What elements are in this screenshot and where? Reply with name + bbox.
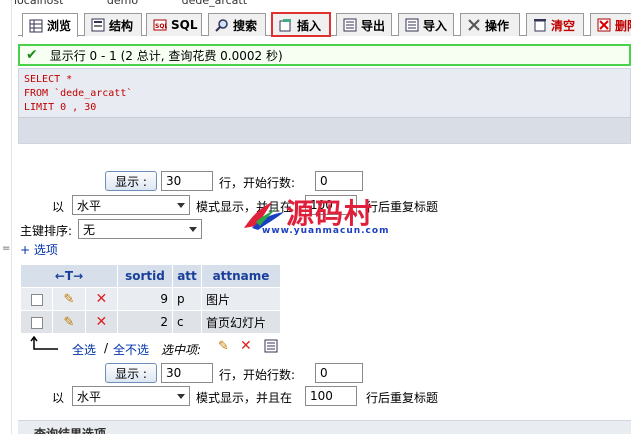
cell-sortid: 9 (118, 288, 172, 310)
bulk-arrow-icon (30, 335, 60, 355)
mode-prefix-bottom: 以 (52, 391, 65, 405)
rows-label-bottom: 行，开始行数: (219, 368, 296, 382)
rows-label-top: 行，开始行数: (219, 176, 296, 190)
chevron-down-icon (177, 394, 185, 399)
show-button-bottom[interactable]: 显示 : (105, 363, 157, 383)
breadcrumb: localhost demo dede_arcatt (14, 0, 287, 7)
results-table: ←T→ sortid att attname ✎ ✕ 9 p 图片 ✎ ✕ 2 … (20, 264, 281, 334)
table-row: ✎ ✕ 9 p 图片 (21, 288, 280, 310)
column-header-attname[interactable]: attname (202, 265, 280, 287)
options-link[interactable]: + 选项 (20, 241, 58, 258)
gutter-marker: = (2, 243, 11, 254)
sort-label: 主键排序: (20, 224, 73, 238)
bulk-edit-icon[interactable]: ✎ (218, 339, 229, 354)
table-row: ✎ ✕ 2 c 首页幻灯片 (21, 311, 280, 333)
mode-label-bottom: 模式显示，并且在 (196, 391, 293, 405)
tab-operations[interactable]: 操作 (460, 13, 520, 36)
bulk-export-icon[interactable] (264, 339, 278, 356)
left-gutter: = (0, 0, 12, 434)
insert-icon (279, 18, 293, 32)
cell-att: c (173, 311, 201, 333)
row-checkbox[interactable] (30, 316, 43, 329)
tab-browse[interactable]: 浏览 (22, 13, 78, 37)
empty-icon (533, 18, 547, 32)
start-input-bottom[interactable]: 0 (315, 363, 363, 383)
tab-empty[interactable]: 清空 (526, 13, 584, 36)
repeat-input-bottom[interactable]: 100 (305, 386, 357, 406)
watermark-logo: 源码村 www.yuanmacun.com (242, 192, 392, 242)
mode-select-bottom[interactable]: 水平 (72, 386, 190, 406)
sql-toolbar (19, 117, 630, 143)
tab-sql[interactable]: SQL SQL (146, 13, 202, 36)
sql-code: SELECT * FROM `dede_arcatt` LIMIT 0 , 30 (24, 74, 133, 113)
tab-structure[interactable]: 结构 (84, 13, 142, 36)
tab-search[interactable]: 搜索 (208, 13, 266, 36)
query-results-options: 查询结果选项 (18, 420, 631, 434)
tab-import[interactable]: 导入 (398, 13, 454, 36)
chevron-down-icon (177, 203, 185, 208)
success-notice: ✔ 显示行 0 - 1 (2 总计, 查询花费 0.0002 秒) (18, 44, 631, 66)
show-button-top[interactable]: 显示 : (105, 171, 157, 191)
mode-prefix-top: 以 (52, 200, 65, 214)
breadcrumb-database[interactable]: demo (107, 0, 138, 7)
check-icon: ✔ (26, 47, 38, 63)
bulk-delete-icon[interactable]: ✕ (240, 338, 252, 354)
check-all-link[interactable]: 全选 (72, 341, 96, 358)
rows-input-bottom[interactable]: 30 (161, 363, 213, 383)
table-nav-arrows[interactable]: ←T→ (21, 265, 117, 287)
uncheck-all-link[interactable]: 全不选 (113, 341, 149, 358)
watermark-sub: www.yuanmacun.com (262, 226, 390, 236)
edit-pencil-icon[interactable]: ✎ (64, 292, 75, 307)
rows-input-top[interactable]: 30 (161, 171, 213, 191)
bulk-separator: / (104, 341, 109, 355)
delete-cross-icon[interactable]: ✕ (95, 291, 107, 307)
tab-bar: 浏览 结构 SQL SQL 搜索 插入 导出 导入 操作 清空 删 (18, 10, 631, 37)
import-icon (405, 18, 419, 32)
selected-label: 选中项: (161, 343, 202, 357)
export-icon (343, 18, 357, 32)
browse-icon (29, 19, 43, 33)
start-input-top[interactable]: 0 (315, 171, 363, 191)
sort-select[interactable]: 无 (78, 219, 202, 239)
column-header-sortid[interactable]: sortid (118, 265, 172, 287)
column-header-att[interactable]: att (173, 265, 201, 287)
notice-text: 显示行 0 - 1 (2 总计, 查询花费 0.0002 秒) (49, 48, 283, 63)
operations-icon (467, 18, 481, 32)
breadcrumb-table[interactable]: dede_arcatt (182, 0, 247, 7)
tab-drop[interactable]: 删除 (590, 13, 631, 36)
repeat-label-bottom: 行后重复标题 (366, 391, 439, 405)
footer-title[interactable]: 查询结果选项 (34, 425, 106, 434)
svg-text:SQL: SQL (155, 23, 167, 30)
cell-attname: 首页幻灯片 (202, 311, 280, 333)
breadcrumb-server[interactable]: localhost (14, 0, 63, 7)
cell-sortid: 2 (118, 311, 172, 333)
cell-att: p (173, 288, 201, 310)
drop-icon (597, 18, 611, 32)
mode-select-top[interactable]: 水平 (72, 195, 190, 215)
delete-cross-icon[interactable]: ✕ (95, 314, 107, 330)
sql-icon: SQL (153, 18, 168, 32)
search-icon (215, 18, 229, 32)
sql-query-box: SELECT * FROM `dede_arcatt` LIMIT 0 , 30 (18, 68, 631, 144)
row-checkbox[interactable] (30, 293, 43, 306)
edit-pencil-icon[interactable]: ✎ (64, 315, 75, 330)
tab-export[interactable]: 导出 (336, 13, 392, 36)
chevron-down-icon (189, 227, 197, 232)
structure-icon (91, 18, 105, 32)
cell-attname: 图片 (202, 288, 280, 310)
tab-insert[interactable]: 插入 (271, 12, 331, 37)
